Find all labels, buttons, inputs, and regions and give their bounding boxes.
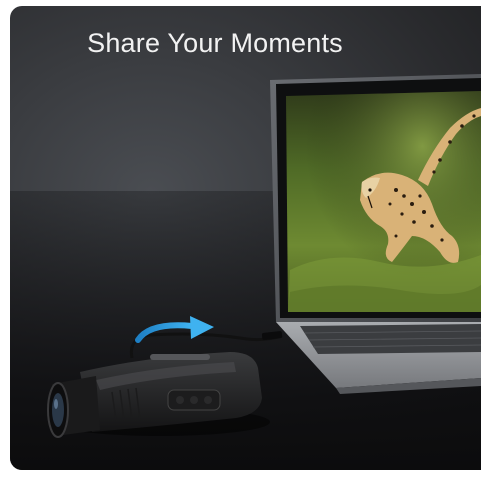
- page-title: Share Your Moments: [87, 28, 343, 58]
- cheetah-photo: [286, 91, 481, 312]
- monocular-device: [47, 352, 270, 438]
- laptop: [270, 74, 481, 394]
- product-scene: [47, 74, 481, 438]
